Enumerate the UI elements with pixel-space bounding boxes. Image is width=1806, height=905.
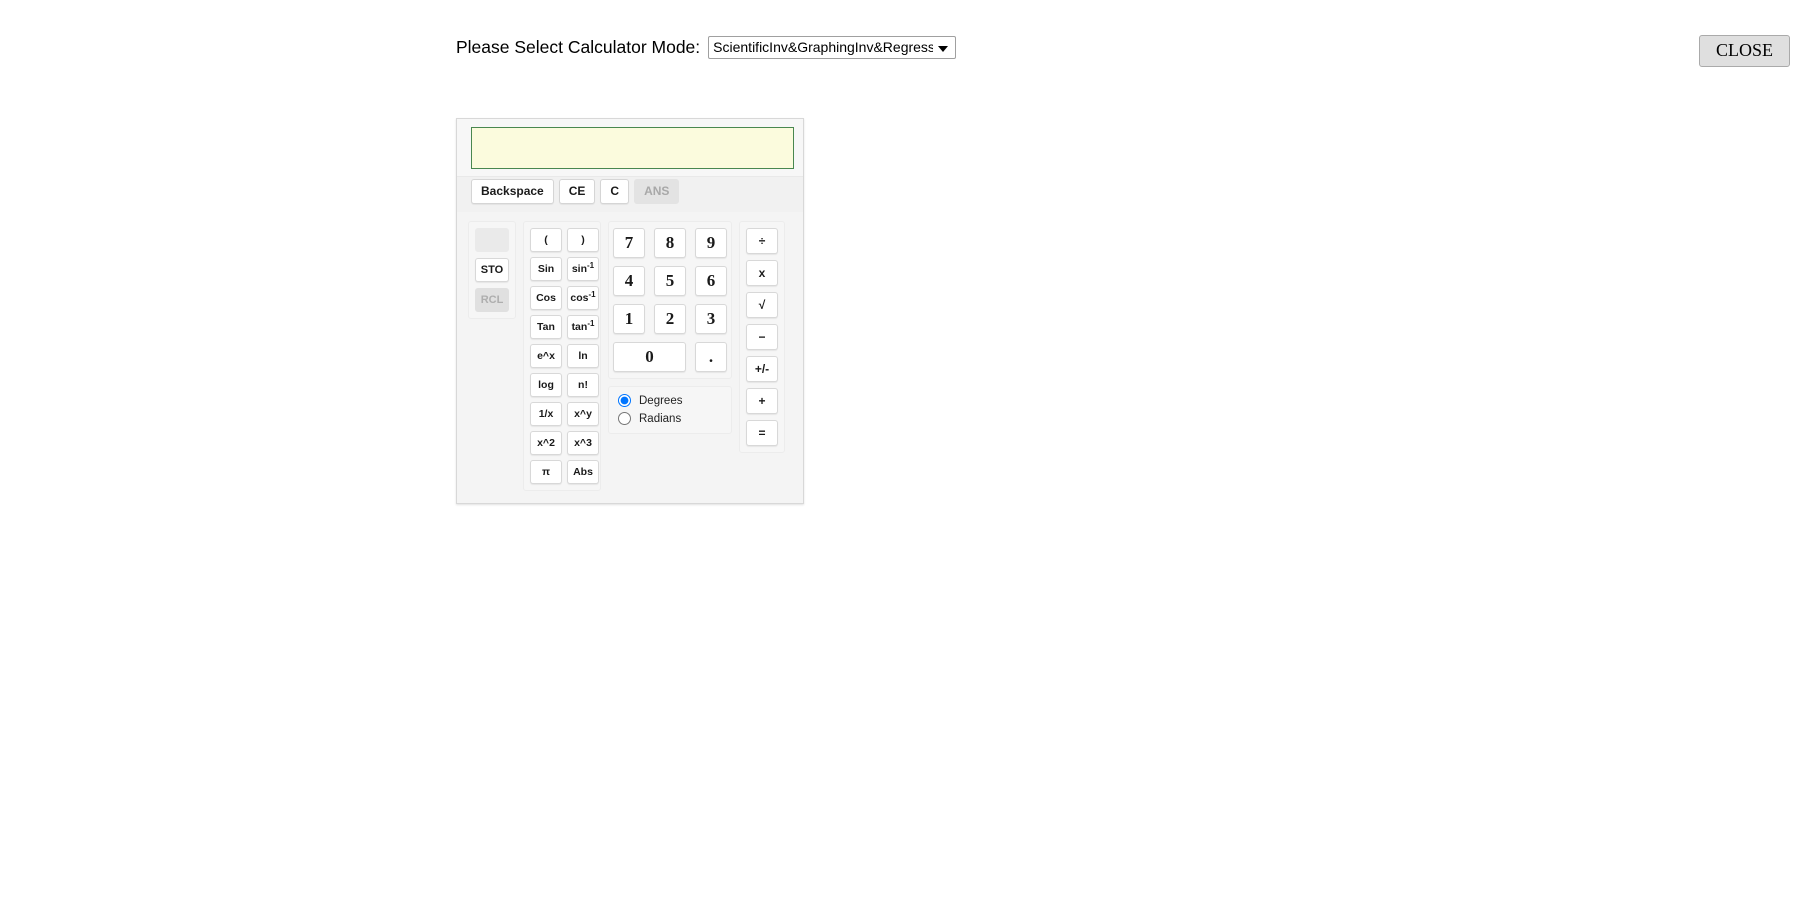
equals-button[interactable]: = [746,420,778,447]
power-button[interactable]: x^y [567,402,599,427]
digit-7-button[interactable]: 7 [613,228,645,259]
open-paren-button[interactable]: ( [530,228,562,253]
close-button[interactable]: CLOSE [1698,35,1790,67]
answer-button: ANS [634,179,680,205]
sqrt-button[interactable]: √ [746,292,778,319]
radians-radio[interactable] [618,412,631,426]
sign-toggle-button[interactable]: +/- [746,356,778,383]
calculator-mode-label: Please Select Calculator Mode: [456,36,701,57]
calculator-mode-row: Please Select Calculator Mode: Scientifi… [456,36,957,59]
calculator-display[interactable] [471,127,794,169]
top-bar: Please Select Calculator Mode: Scientifi… [0,0,1806,72]
tan-button[interactable]: Tan [530,315,562,340]
sin-button[interactable]: Sin [530,257,562,282]
angle-mode-row[interactable]: Degrees [618,394,722,408]
degrees-radio[interactable] [618,394,631,408]
memory-button-group: STO RCL [468,221,516,320]
abs-button[interactable]: Abs [567,460,599,485]
exp-button[interactable]: e^x [530,344,562,369]
square-button[interactable]: x^2 [530,431,562,456]
number-pad-group: 789 456 1230. [608,221,732,380]
cube-button[interactable]: x^3 [567,431,599,456]
arctan-button[interactable]: tan -1 [567,315,599,340]
calculator-panel: Backspace CE C ANS STO RCL () Sin sin -1 Cos cos -… [456,118,804,505]
digit-9-button[interactable]: 9 [695,228,727,259]
add-button[interactable]: + [746,388,778,415]
function-button-label: cos [570,292,589,305]
clear-button[interactable]: C [600,179,630,205]
memory-blank-button [475,228,509,253]
clear-entry-button[interactable]: CE [558,179,596,205]
angle-mode-group: Degrees Radians [608,386,732,435]
calculator-display-area [457,119,803,176]
function-button-group: () Sin sin -1 Cos cos -1 Tan tan -1 e^x ln log n! 1/x x… [523,221,601,492]
function-button-label: tan [571,321,588,334]
calculator-mode-select-wrapper: ScientificInv&GraphingInv&Regression [708,36,957,59]
close-paren-button[interactable]: ) [567,228,599,253]
number-and-angle-column: 789 456 1230. Degrees Radians [608,221,732,435]
digit-8-button[interactable]: 8 [654,228,686,259]
digit-4-button[interactable]: 4 [613,266,645,297]
digit-1-button[interactable]: 1 [613,304,645,335]
angle-mode-row[interactable]: Radians [618,412,722,426]
digit-2-button[interactable]: 2 [654,304,686,335]
digit-6-button[interactable]: 6 [695,266,727,297]
factorial-button[interactable]: n! [567,373,599,398]
digit-0-button[interactable]: 0 [613,342,686,373]
digit-5-button[interactable]: 5 [654,266,686,297]
reciprocal-button[interactable]: 1/x [530,402,562,427]
decimal-point-button[interactable]: . [695,342,727,373]
angle-mode-label: Degrees [639,394,683,407]
angle-mode-label: Radians [639,412,682,425]
pi-button[interactable]: π [530,460,562,485]
log-button[interactable]: log [530,373,562,398]
store-button[interactable]: STO [475,258,509,283]
recall-button: RCL [475,288,509,313]
calculator-keypad: STO RCL () Sin sin -1 Cos cos -1 Tan tan -1 e^x ln lo… [457,212,803,504]
function-button-grid: () Sin sin -1 Cos cos -1 Tan tan -1 e^x ln log n! 1/x x… [530,228,599,485]
backspace-button[interactable]: Backspace [471,179,554,205]
edit-button-row: Backspace CE C ANS [457,176,803,213]
ln-button[interactable]: ln [567,344,599,369]
calculator-mode-select[interactable]: ScientificInv&GraphingInv&Regression [708,36,957,59]
subtract-button[interactable]: − [746,324,778,351]
operator-button-group: ÷ x √ − +/- + = [739,221,785,454]
digit-3-button[interactable]: 3 [695,304,727,335]
arcsin-button[interactable]: sin -1 [567,257,599,282]
number-pad-grid: 789 456 1230. [613,228,727,373]
cos-button[interactable]: Cos [530,286,562,311]
function-button-label: sin [571,263,588,276]
multiply-button[interactable]: x [746,260,778,287]
divide-button[interactable]: ÷ [746,228,778,255]
arccos-button[interactable]: cos -1 [567,286,599,311]
